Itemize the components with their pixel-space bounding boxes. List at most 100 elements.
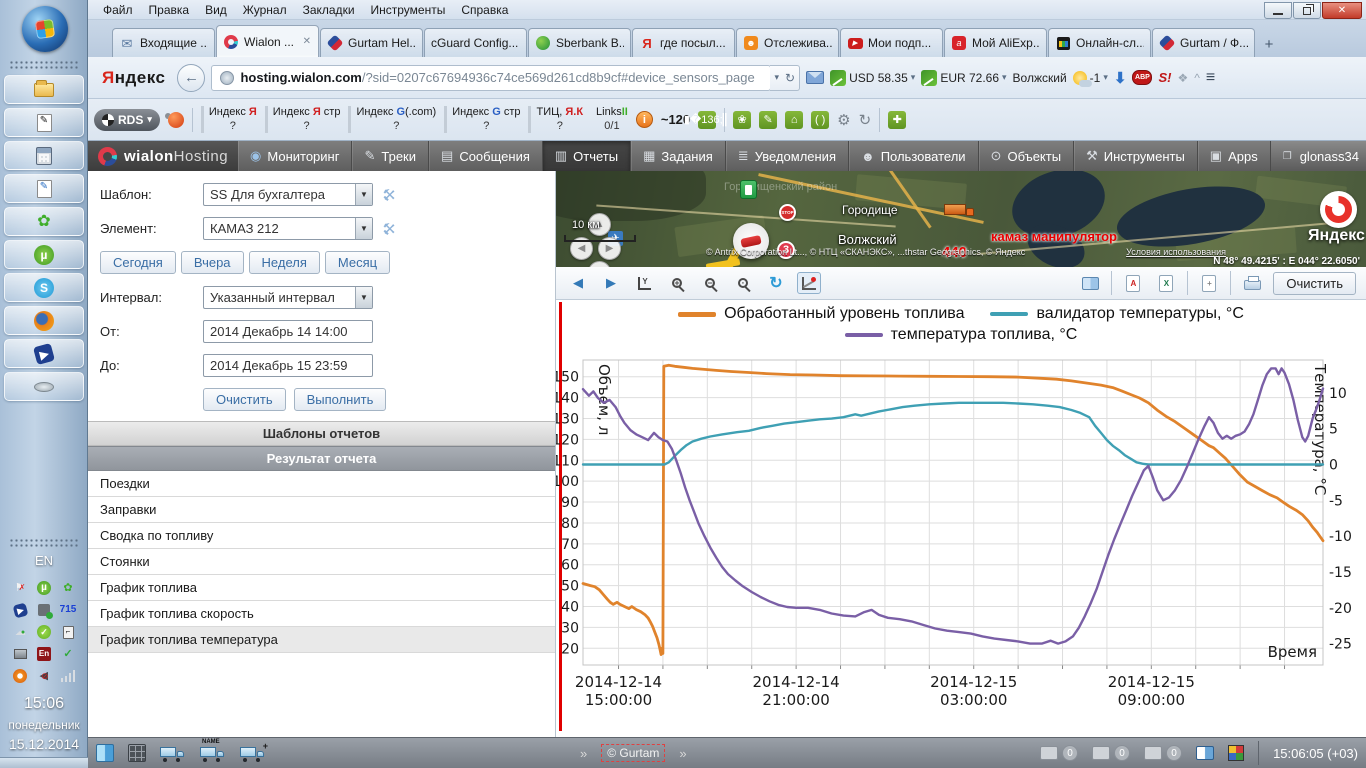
template-select[interactable]: SS Для бухгалтера▼ <box>203 183 373 206</box>
result-row-fuel-speed-chart[interactable]: График топлива скорость <box>88 601 555 627</box>
minimize-button[interactable] <box>1264 2 1292 19</box>
collapse-caret-icon[interactable]: ^ <box>1194 71 1200 85</box>
export-pdf-icon[interactable]: A <box>1121 272 1145 294</box>
tab-gurtam-help[interactable]: Gurtam Hel... <box>320 28 423 57</box>
nav-apps[interactable]: ▣Apps <box>1198 141 1271 171</box>
tray-counter[interactable]: 715 <box>60 602 76 618</box>
rds-button[interactable]: RDS▾ <box>94 109 160 131</box>
from-input[interactable] <box>203 320 373 343</box>
new-tab-button[interactable]: + <box>1256 31 1282 57</box>
seo-s-icon[interactable]: S! <box>1158 70 1171 85</box>
nav-notifications[interactable]: ≣Уведомления <box>726 141 849 171</box>
chevron-down-icon[interactable]: ▼ <box>355 287 372 308</box>
mail-toolbar-icon[interactable] <box>806 71 824 84</box>
language-indicator[interactable]: EN <box>0 553 88 568</box>
layers-mosaic-icon[interactable] <box>1228 745 1244 761</box>
gear-icon[interactable]: ⚙ <box>837 111 850 129</box>
rds-code-icon[interactable]: ( ) <box>811 111 829 129</box>
quicklaunch-firefox[interactable] <box>4 306 84 335</box>
tab-cguard[interactable]: cGuard Config... <box>424 28 527 57</box>
print-icon[interactable] <box>1240 272 1264 294</box>
menu-view[interactable]: Вид <box>198 1 234 19</box>
clipboard-plug-tray-icon[interactable]: ⌐ <box>60 624 76 640</box>
quicklaunch-writer[interactable]: ✎ <box>4 174 84 203</box>
account-area[interactable]: ❐glonass34 <box>1271 141 1366 171</box>
rds-index-ya[interactable]: Индекс Я? <box>201 106 257 132</box>
tab-wialon-active[interactable]: Wialon ...✕ <box>216 25 319 57</box>
browser-menu-icon[interactable]: ≡ <box>1206 69 1214 87</box>
recycle-icon[interactable]: ↻ <box>859 111 872 129</box>
tab-tracking[interactable]: ☻Отслежива... <box>736 28 839 57</box>
y-axis-zoom-icon[interactable]: Y <box>632 272 656 294</box>
menu-history[interactable]: Журнал <box>236 1 294 19</box>
display-tray-icon[interactable] <box>12 646 28 662</box>
adblock-icon[interactable]: ABP <box>1132 70 1152 85</box>
today-button[interactable]: Сегодня <box>100 251 176 274</box>
nav-messages[interactable]: ▤Сообщения <box>429 141 543 171</box>
url-dropdown-icon[interactable]: ▾ <box>774 72 779 83</box>
chevron-down-icon[interactable]: ▼ <box>355 184 372 205</box>
unit-wrench-icon[interactable]: ⚒ <box>381 222 399 235</box>
icq-tray-icon[interactable]: ✿ <box>60 580 76 596</box>
tab-inbox[interactable]: ✉Входящие ... <box>112 28 215 57</box>
gurtam-copyright[interactable]: © Gurtam <box>601 744 665 762</box>
export-excel-icon[interactable]: X <box>1154 272 1178 294</box>
puzzle-addon-icon[interactable]: ✚ <box>888 111 906 129</box>
language-badge[interactable]: En <box>36 646 52 662</box>
zoom-out-icon[interactable]: − <box>698 272 722 294</box>
month-button[interactable]: Месяц <box>325 251 390 274</box>
messages-counter[interactable]: 0 <box>1092 745 1130 761</box>
copy-report-icon[interactable]: + <box>1197 272 1221 294</box>
chevron-icon[interactable]: » <box>679 746 686 761</box>
weather-city[interactable]: Волжский <box>1013 71 1067 85</box>
result-row-fuel-summary[interactable]: Сводка по топливу <box>88 523 555 549</box>
rds-edit-icon[interactable]: ✎ <box>759 111 777 129</box>
nav-jobs[interactable]: ▦Задания <box>631 141 726 171</box>
to-input[interactable] <box>203 354 373 377</box>
usb-tray-icon[interactable] <box>36 602 52 618</box>
weather-widget[interactable]: -1▾ <box>1073 71 1108 85</box>
quicklaunch-icq[interactable]: ✿ <box>4 207 84 236</box>
stop-marker[interactable]: STOP <box>779 204 796 221</box>
clear-button[interactable]: Очистить <box>203 388 286 411</box>
orange-app-tray-icon[interactable] <box>12 668 28 684</box>
zoom-in-icon[interactable]: + <box>665 272 689 294</box>
result-row-fuelings[interactable]: Заправки <box>88 497 555 523</box>
monitor-counter[interactable]: 0 <box>1040 745 1078 761</box>
refresh-icon[interactable]: ↻ <box>764 272 788 294</box>
week-button[interactable]: Неделя <box>249 251 320 274</box>
rds-index-g-page[interactable]: Индекс G стр? <box>444 106 520 132</box>
truck-marker[interactable] <box>944 202 978 220</box>
hook-icon[interactable] <box>168 112 184 128</box>
show-desktop-button[interactable] <box>0 757 88 768</box>
rds-home-icon[interactable]: ⌂ <box>785 111 803 129</box>
menu-tools[interactable]: Инструменты <box>364 1 453 19</box>
tab-close-icon[interactable]: ✕ <box>302 36 312 47</box>
truck-icon[interactable] <box>160 746 186 761</box>
quicklaunch-calculator[interactable] <box>4 141 84 170</box>
rds-tic[interactable]: ТИЦ, Я.К? <box>528 106 583 132</box>
rds-index-g[interactable]: Индекс G(.com)? <box>348 106 436 132</box>
restore-button[interactable] <box>1293 2 1321 19</box>
chevron-icon[interactable]: » <box>580 746 587 761</box>
legend-book-icon[interactable] <box>1078 272 1102 294</box>
nav-reports[interactable]: ▥Отчеты <box>543 141 631 171</box>
result-row-fuel-temp-chart[interactable]: График топлива температура <box>88 627 555 653</box>
bird-tray-icon[interactable]: ▶ <box>12 602 28 618</box>
truck-add-icon[interactable]: + <box>240 746 266 761</box>
quicklaunch-explorer[interactable] <box>4 75 84 104</box>
nav-units[interactable]: ⊙Объекты <box>979 141 1075 171</box>
map-view[interactable]: Городищенский район Городище Волжский ка… <box>556 171 1366 267</box>
tab-youtube[interactable]: ▶Мои подп... <box>840 28 943 57</box>
nav-tools[interactable]: ⚒Инструменты <box>1074 141 1198 171</box>
start-button[interactable] <box>22 6 68 52</box>
grid-view-icon[interactable] <box>128 744 146 762</box>
volume-muted-icon[interactable]: ◀⊘ <box>36 668 52 684</box>
result-header[interactable]: Результат отчета <box>88 446 555 471</box>
yesterday-button[interactable]: Вчера <box>181 251 244 274</box>
tab-aliexpress[interactable]: aМой AliExp... <box>944 28 1047 57</box>
chevron-down-icon[interactable]: ▼ <box>355 218 372 239</box>
back-button[interactable]: ← <box>177 64 205 92</box>
utorrent-tray-icon[interactable]: µ <box>36 580 52 596</box>
chart-mode-icon[interactable] <box>797 272 821 294</box>
